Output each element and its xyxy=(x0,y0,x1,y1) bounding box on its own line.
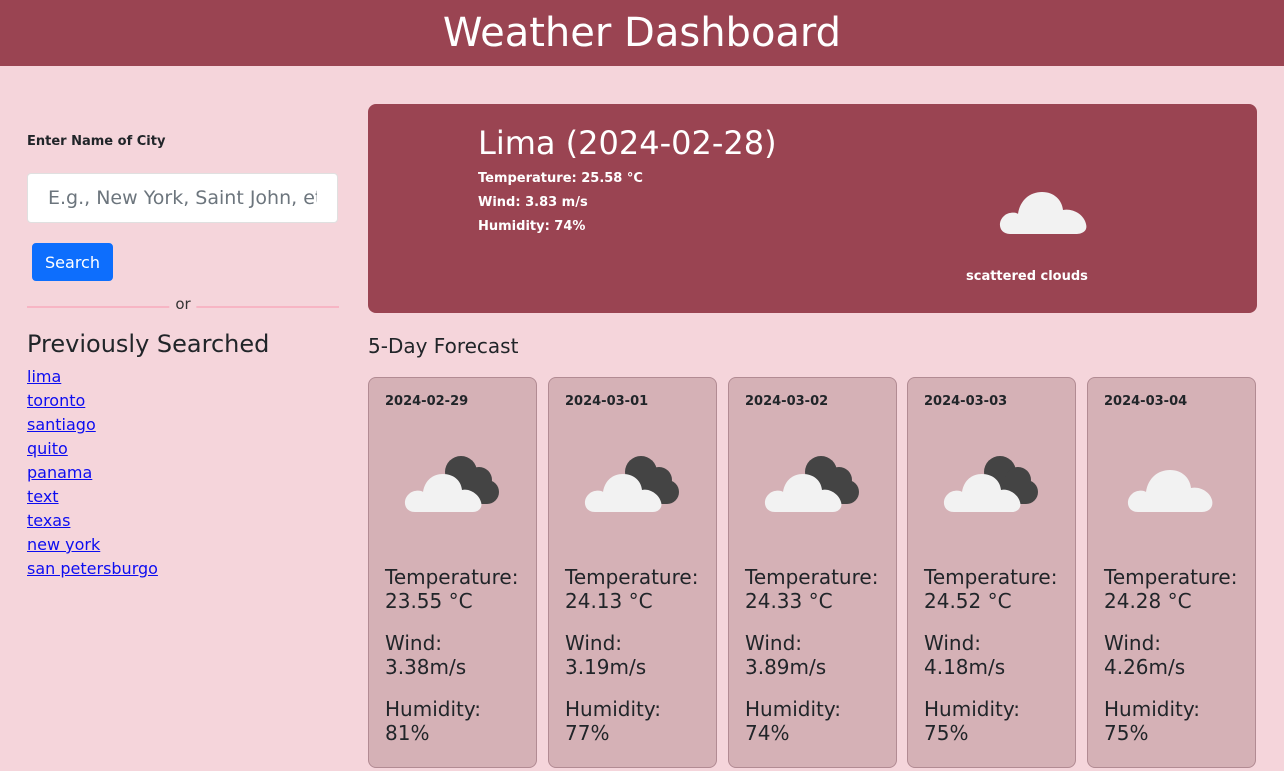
search-button[interactable]: Search xyxy=(32,243,113,281)
forecast-humidity-label: Humidity: xyxy=(924,697,1020,721)
history-link[interactable]: lima xyxy=(27,367,61,386)
forecast-temp: 23.55 °C xyxy=(385,589,473,613)
forecast-card: 2024-02-29 Temperature: 23.55 °C Wind: 3… xyxy=(368,377,537,768)
forecast-date: 2024-03-03 xyxy=(924,394,1008,409)
forecast-wind-label: Wind: xyxy=(565,631,623,655)
forecast-humidity-label: Humidity: xyxy=(745,697,841,721)
broken-clouds-icon xyxy=(943,456,1038,512)
forecast-wind-label: Wind: xyxy=(745,631,803,655)
history-link[interactable]: panama xyxy=(27,463,92,482)
city-input-label: Enter Name of City xyxy=(27,134,166,149)
forecast-temp: 24.28 °C xyxy=(1104,589,1192,613)
forecast-humidity: 75% xyxy=(924,721,969,745)
page-header: Weather Dashboard xyxy=(0,0,1284,66)
city-search-input[interactable] xyxy=(27,173,338,223)
forecast-temp: 24.13 °C xyxy=(565,589,653,613)
divider-text: or xyxy=(169,295,197,313)
forecast-card: 2024-03-03 Temperature: 24.52 °C Wind: 4… xyxy=(907,377,1076,768)
forecast-date: 2024-02-29 xyxy=(385,394,469,409)
history-title: Previously Searched xyxy=(27,330,270,358)
forecast-date: 2024-03-02 xyxy=(745,394,829,409)
broken-clouds-icon xyxy=(584,456,679,512)
current-humidity: Humidity: 74% xyxy=(478,219,586,234)
history-list: lima toronto santiago quito panama text … xyxy=(27,365,339,581)
forecast-wind: 3.19m/s xyxy=(565,655,647,679)
history-link[interactable]: quito xyxy=(27,439,68,458)
or-divider: or xyxy=(27,295,339,317)
forecast-humidity: 75% xyxy=(1104,721,1149,745)
forecast-temp: 24.33 °C xyxy=(745,589,833,613)
forecast-temp-label: Temperature: xyxy=(385,565,519,589)
forecast-wind-label: Wind: xyxy=(1104,631,1162,655)
forecast-wind: 3.38m/s xyxy=(385,655,467,679)
broken-clouds-icon xyxy=(764,456,859,512)
forecast-humidity: 77% xyxy=(565,721,610,745)
forecast-humidity: 74% xyxy=(745,721,790,745)
page-title: Weather Dashboard xyxy=(442,10,842,56)
cloud-icon xyxy=(999,192,1087,234)
forecast-wind: 4.18m/s xyxy=(924,655,1006,679)
forecast-card: 2024-03-02 Temperature: 24.33 °C Wind: 3… xyxy=(728,377,897,768)
forecast-card: 2024-03-04 Temperature: 24.28 °C Wind: 4… xyxy=(1087,377,1256,768)
weather-description: scattered clouds xyxy=(966,269,1088,284)
forecast-wind: 4.26m/s xyxy=(1104,655,1186,679)
history-link[interactable]: text xyxy=(27,487,59,506)
forecast-temp-label: Temperature: xyxy=(565,565,699,589)
forecast-wind: 3.89m/s xyxy=(745,655,827,679)
history-link[interactable]: new york xyxy=(27,535,100,554)
forecast-date: 2024-03-04 xyxy=(1104,394,1188,409)
forecast-wind-label: Wind: xyxy=(385,631,443,655)
forecast-wind-label: Wind: xyxy=(924,631,982,655)
forecast-temp-label: Temperature: xyxy=(1104,565,1238,589)
forecast-humidity-label: Humidity: xyxy=(565,697,661,721)
forecast-humidity-label: Humidity: xyxy=(1104,697,1200,721)
forecast-temp-label: Temperature: xyxy=(924,565,1058,589)
history-link[interactable]: san petersburgo xyxy=(27,559,158,578)
forecast-humidity: 81% xyxy=(385,721,430,745)
cloud-icon xyxy=(1127,470,1213,512)
search-sidebar: Enter Name of City Search or Previously … xyxy=(27,100,339,581)
current-temperature: Temperature: 25.58 °C xyxy=(478,171,643,186)
forecast-title: 5-Day Forecast xyxy=(368,334,519,358)
current-wind: Wind: 3.83 m/s xyxy=(478,195,588,210)
forecast-temp-label: Temperature: xyxy=(745,565,879,589)
history-link[interactable]: toronto xyxy=(27,391,85,410)
forecast-card: 2024-03-01 Temperature: 24.13 °C Wind: 3… xyxy=(548,377,717,768)
current-weather-card: Lima (2024-02-28) Temperature: 25.58 °C … xyxy=(368,104,1257,313)
current-city-date: Lima (2024-02-28) xyxy=(478,124,777,162)
forecast-date: 2024-03-01 xyxy=(565,394,649,409)
broken-clouds-icon xyxy=(404,456,499,512)
history-link[interactable]: texas xyxy=(27,511,70,530)
forecast-temp: 24.52 °C xyxy=(924,589,1012,613)
history-link[interactable]: santiago xyxy=(27,415,96,434)
forecast-humidity-label: Humidity: xyxy=(385,697,481,721)
